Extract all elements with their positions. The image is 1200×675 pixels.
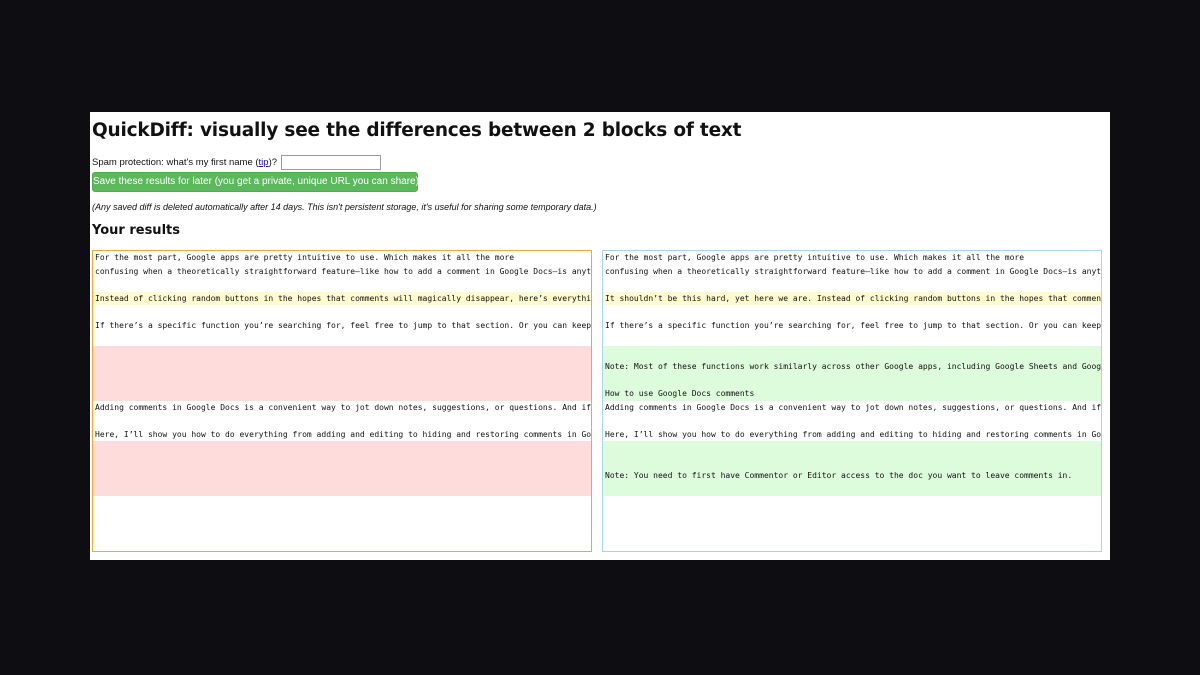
right-diff-line-added: How to use Google Docs comments [603,386,1101,401]
changed-text-pane[interactable]: For the most part, Google apps are prett… [602,250,1102,552]
left-diff-line-same: Here, I’ll show you how to do everything… [95,429,591,439]
left-diff-line-removed [93,346,591,360]
results-heading: Your results [92,223,180,238]
save-results-button[interactable]: Save these results for later (you get a … [92,172,419,192]
tip-link[interactable]: tip [259,157,269,168]
right-diff-line-same: If there’s a specific function you’re se… [605,320,1101,330]
left-diff-line-same: confusing when a theoretically straightf… [95,266,591,276]
left-diff-line-same [93,278,591,292]
left-diff-line-removed [93,359,591,374]
right-diff-line-added [603,441,1101,455]
page-title: QuickDiff: visually see the differences … [92,120,742,141]
right-diff-line-same [603,278,1101,292]
right-diff-line-same [603,305,1101,319]
left-diff-line-same [93,414,591,428]
left-diff-line-same [93,305,591,319]
left-diff-line-removed [93,482,591,496]
right-diff-line-added: Note: Most of these functions work simil… [603,359,1101,374]
right-diff-line-same [603,414,1101,428]
right-diff-line-changed: It shouldn’t be this hard, yet here we a… [603,291,1101,306]
first-name-input[interactable] [281,154,382,170]
spam-protection-suffix: )? [268,156,278,168]
left-diff-line-changed: Instead of clicking random buttons in th… [93,291,591,306]
left-diff-line-removed [93,468,591,483]
right-diff-line-added [603,454,1101,469]
quickdiff-page: QuickDiff: visually see the differences … [90,112,1110,560]
right-diff-line-same [603,333,1101,347]
left-diff-line-same: If there’s a specific function you’re se… [95,320,591,330]
spam-protection-row: Spam protection: what's my first name (t… [92,154,382,170]
retention-note: (Any saved diff is deleted automatically… [92,202,597,212]
right-diff-line-same: For the most part, Google apps are prett… [605,253,1025,262]
left-diff-line-same: Adding comments in Google Docs is a conv… [95,402,591,412]
right-diff-line-added [603,373,1101,387]
right-diff-line-same: confusing when a theoretically straightf… [605,266,1101,276]
right-diff-line-same: Here, I’ll show you how to do everything… [605,429,1101,439]
left-diff-line-removed [93,441,591,455]
original-text-pane[interactable]: For the most part, Google apps are prett… [92,250,592,552]
left-diff-line-removed [93,454,591,469]
right-diff-line-added [603,346,1101,360]
left-diff-line-removed [93,386,591,401]
right-diff-line-added: Note: You need to first have Commentor o… [603,468,1101,483]
left-diff-line-removed [93,373,591,387]
left-diff-line-same [93,333,591,347]
right-diff-line-same: Adding comments in Google Docs is a conv… [605,402,1101,412]
spam-protection-label: Spam protection: what's my first name ( [92,156,259,168]
right-diff-line-added [603,482,1101,496]
left-diff-line-same: For the most part, Google apps are prett… [95,253,515,262]
